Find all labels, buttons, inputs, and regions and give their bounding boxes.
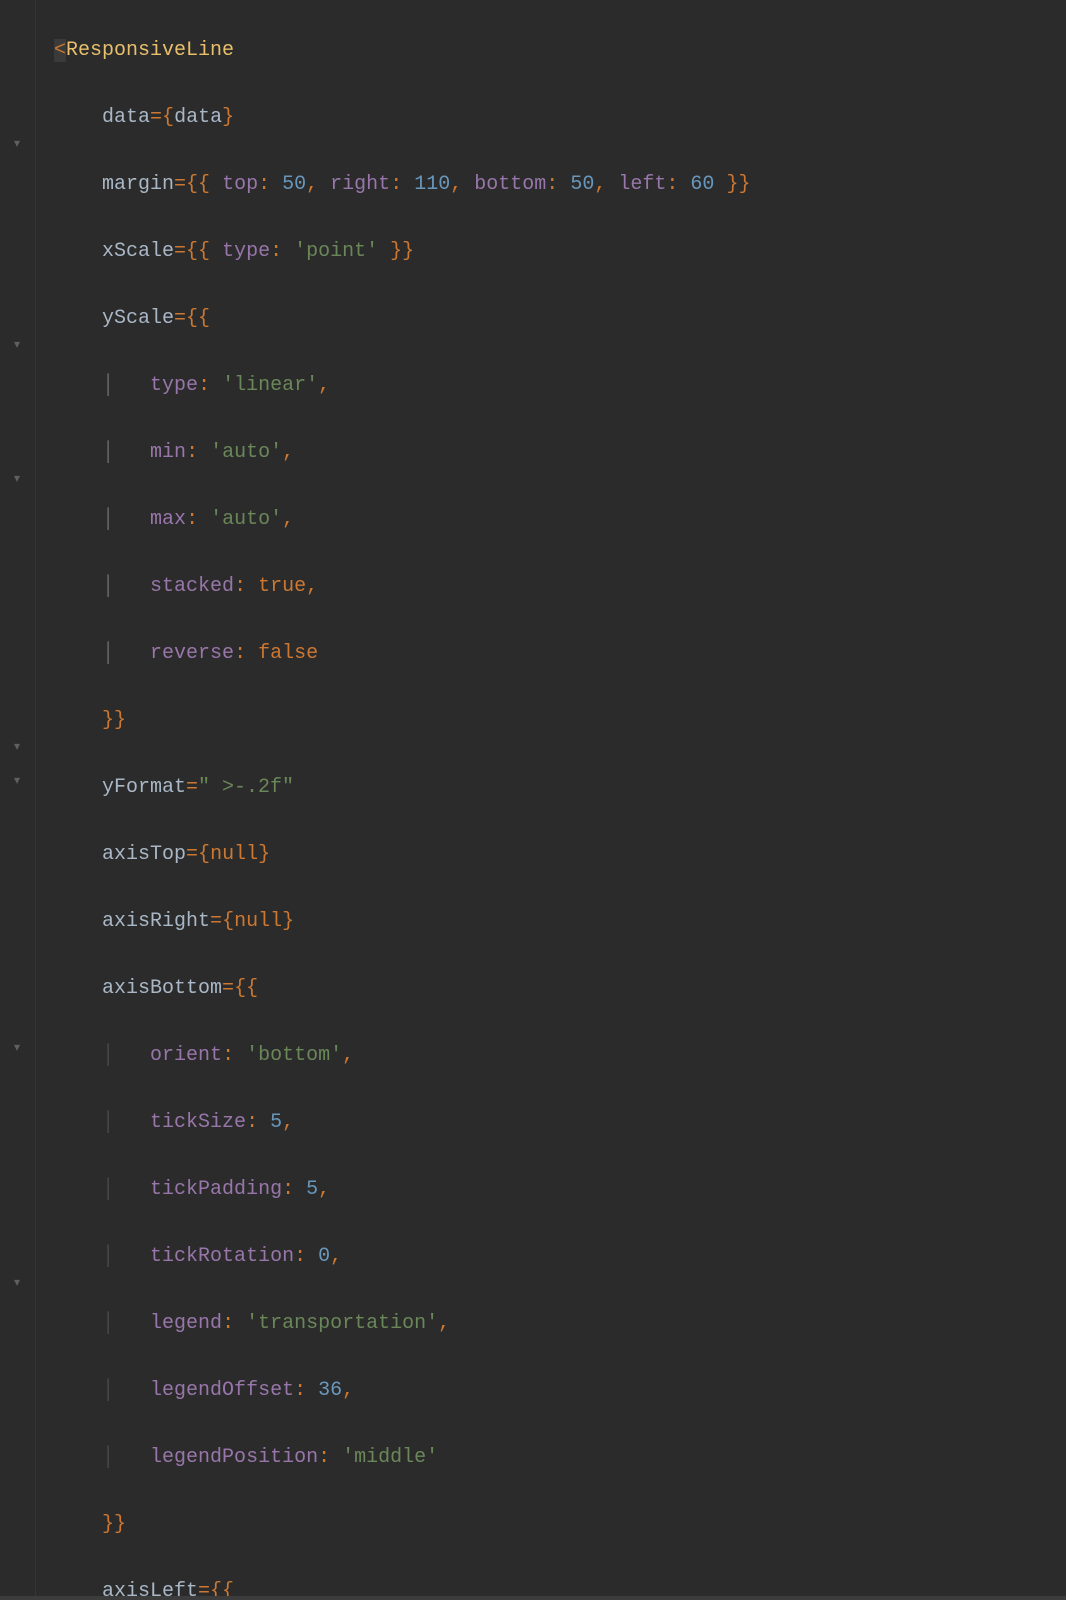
code-line[interactable]: }} bbox=[54, 1508, 1066, 1542]
code-line[interactable]: <ResponsiveLine bbox=[54, 34, 1066, 68]
code-line[interactable]: yFormat=" >-.2f" bbox=[54, 771, 1066, 805]
code-line[interactable]: │ reverse: false bbox=[54, 637, 1066, 671]
code-line[interactable]: │ min: 'auto', bbox=[54, 436, 1066, 470]
code-line[interactable]: margin={{ top: 50, right: 110, bottom: 5… bbox=[54, 168, 1066, 202]
fold-icon[interactable]: ▾ bbox=[14, 1278, 24, 1288]
code-line[interactable]: │ legend: 'transportation', bbox=[54, 1307, 1066, 1341]
code-line[interactable]: │ type: 'linear', bbox=[54, 369, 1066, 403]
code-line[interactable]: │ orient: 'bottom', bbox=[54, 1039, 1066, 1073]
jsx-component-name: ResponsiveLine bbox=[66, 39, 234, 62]
horizontal-scrollbar[interactable] bbox=[0, 1596, 1066, 1600]
fold-icon[interactable]: ▾ bbox=[14, 742, 24, 752]
code-editor[interactable]: <ResponsiveLine data={data} margin={{ to… bbox=[36, 0, 1066, 1600]
code-line[interactable]: yScale={{ bbox=[54, 302, 1066, 336]
fold-icon[interactable]: ▾ bbox=[14, 1043, 24, 1053]
code-line[interactable]: │ tickPadding: 5, bbox=[54, 1173, 1066, 1207]
editor-gutter: ▾ ▾ ▾ ▾ ▾ ▾ ▾ bbox=[0, 0, 36, 1600]
code-line[interactable]: xScale={{ type: 'point' }} bbox=[54, 235, 1066, 269]
fold-icon[interactable]: ▾ bbox=[14, 139, 24, 149]
code-line[interactable]: axisBottom={{ bbox=[54, 972, 1066, 1006]
code-line[interactable]: axisRight={null} bbox=[54, 905, 1066, 939]
code-line[interactable]: │ tickRotation: 0, bbox=[54, 1240, 1066, 1274]
code-line[interactable]: │ tickSize: 5, bbox=[54, 1106, 1066, 1140]
code-line[interactable]: │ legendPosition: 'middle' bbox=[54, 1441, 1066, 1475]
code-line[interactable]: }} bbox=[54, 704, 1066, 738]
code-line[interactable]: │ legendOffset: 36, bbox=[54, 1374, 1066, 1408]
fold-icon[interactable]: ▾ bbox=[14, 474, 24, 484]
code-line[interactable]: │ stacked: true, bbox=[54, 570, 1066, 604]
code-line[interactable]: axisTop={null} bbox=[54, 838, 1066, 872]
code-line[interactable]: data={data} bbox=[54, 101, 1066, 135]
fold-icon[interactable]: ▾ bbox=[14, 776, 24, 786]
vertical-scrollbar[interactable] bbox=[1054, 0, 1066, 1596]
fold-icon[interactable]: ▾ bbox=[14, 340, 24, 350]
code-line[interactable]: │ max: 'auto', bbox=[54, 503, 1066, 537]
